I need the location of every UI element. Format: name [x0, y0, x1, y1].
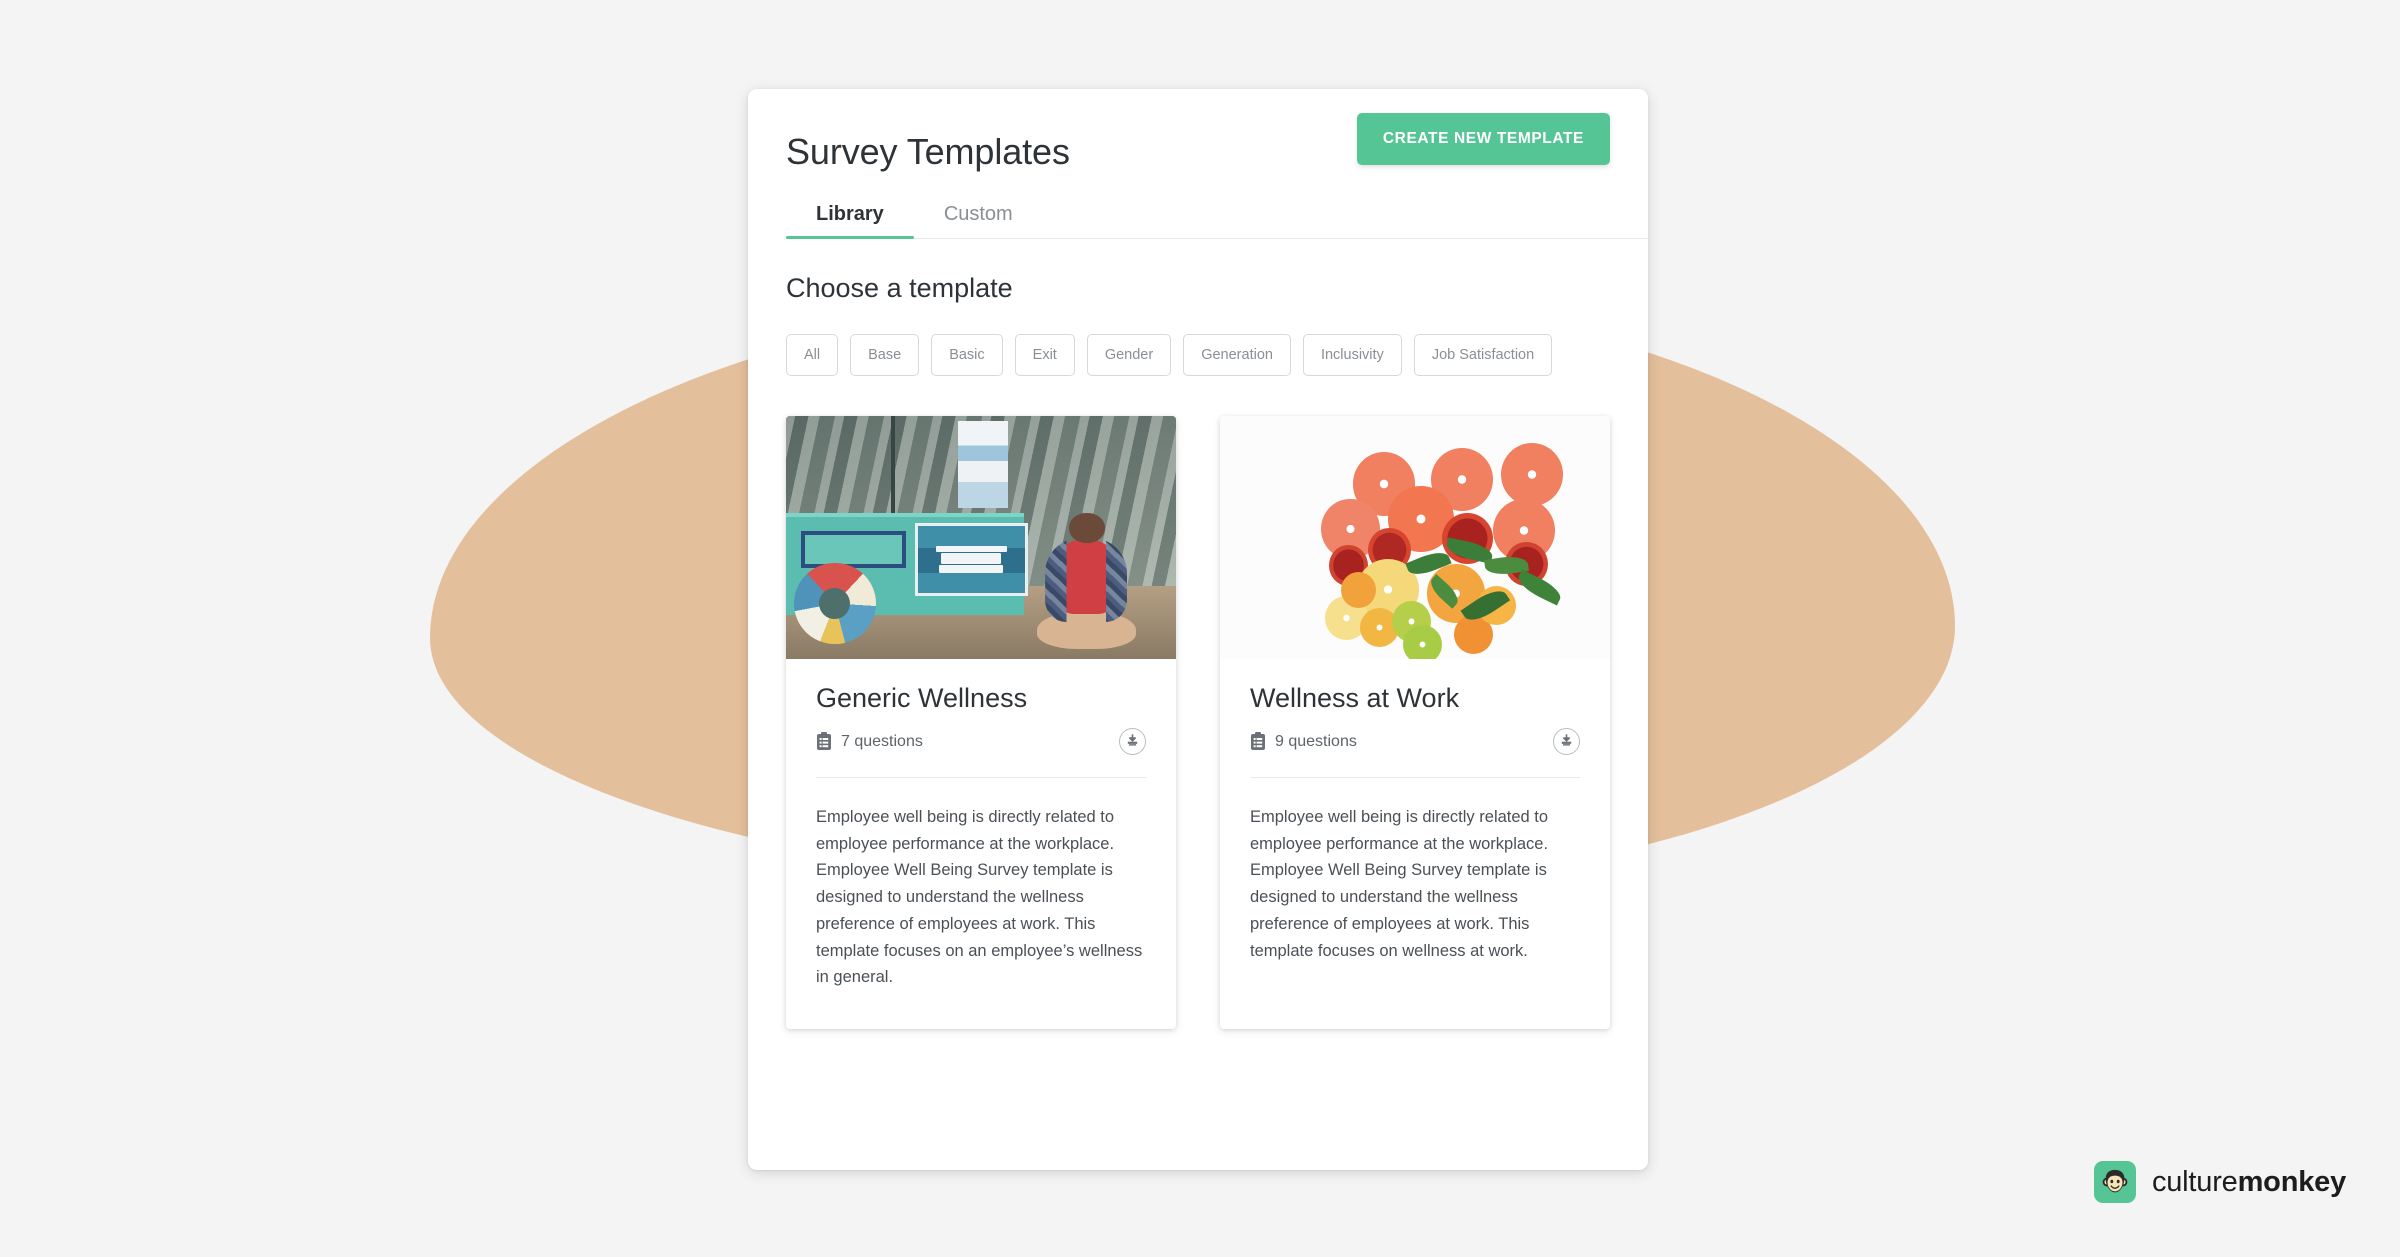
template-card-body: Wellness at Work 9 questions Employee we…: [1220, 659, 1610, 1002]
tab-bar: Library Custom: [786, 193, 1648, 239]
template-card[interactable]: Wellness at Work 9 questions Employee we…: [1220, 416, 1610, 1030]
filter-chip-gender[interactable]: Gender: [1086, 334, 1172, 376]
panel-body: Choose a template All Base Basic Exit Ge…: [748, 239, 1648, 1030]
filter-chip-exit[interactable]: Exit: [1014, 334, 1075, 376]
template-description: Employee well being is directly related …: [816, 808, 1143, 987]
template-meta-row: 9 questions: [1250, 728, 1580, 755]
template-meta-row: 7 questions: [816, 728, 1146, 755]
brand-logo: culturemonkey: [2093, 1161, 2346, 1203]
question-count-label: 9 questions: [1275, 732, 1357, 750]
section-title: Choose a template: [786, 273, 1013, 303]
template-question-count: 9 questions: [1250, 732, 1357, 751]
tab-custom[interactable]: Custom: [914, 193, 1043, 239]
template-thumbnail-beach: [786, 416, 1176, 659]
app-screen: Survey Templates CREATE NEW TEMPLATE Lib…: [0, 0, 2400, 1257]
download-icon: [1125, 733, 1140, 751]
template-card-body: Generic Wellness 7 questions Employee we…: [786, 659, 1176, 1029]
card-divider: [816, 777, 1146, 778]
template-question-count: 7 questions: [816, 732, 923, 751]
filter-chip-group: All Base Basic Exit Gender Generation In…: [786, 334, 1610, 376]
template-card-grid: Generic Wellness 7 questions Employee we…: [786, 416, 1610, 1030]
template-description: Employee well being is directly related …: [1250, 808, 1549, 960]
filter-chip-job-satisfaction[interactable]: Job Satisfaction: [1413, 334, 1553, 376]
filter-chip-basic[interactable]: Basic: [931, 334, 1003, 376]
filter-chip-generation[interactable]: Generation: [1183, 334, 1291, 376]
template-thumbnail-citrus: [1220, 416, 1610, 659]
clipboard-icon: [1250, 732, 1266, 751]
monkey-face-icon: [2093, 1161, 2136, 1203]
download-template-button[interactable]: [1119, 728, 1146, 755]
template-card[interactable]: Generic Wellness 7 questions Employee we…: [786, 416, 1176, 1030]
download-template-button[interactable]: [1553, 728, 1580, 755]
filter-chip-all[interactable]: All: [786, 334, 839, 376]
brand-wordmark: culturemonkey: [2152, 1166, 2346, 1199]
question-count-label: 7 questions: [841, 732, 923, 750]
card-divider: [1250, 777, 1580, 778]
clipboard-icon: [816, 732, 832, 751]
template-title: Wellness at Work: [1250, 683, 1460, 713]
brand-name-bold: monkey: [2237, 1165, 2347, 1198]
survey-templates-panel: Survey Templates CREATE NEW TEMPLATE Lib…: [748, 89, 1648, 1170]
panel-header: Survey Templates CREATE NEW TEMPLATE Lib…: [748, 89, 1648, 239]
tab-library[interactable]: Library: [786, 193, 914, 239]
download-icon: [1559, 733, 1574, 751]
filter-chip-inclusivity[interactable]: Inclusivity: [1302, 334, 1402, 376]
brand-name-light: culture: [2151, 1165, 2238, 1198]
filter-chip-base[interactable]: Base: [850, 334, 920, 376]
template-title: Generic Wellness: [816, 683, 1028, 713]
create-new-template-button[interactable]: CREATE NEW TEMPLATE: [1356, 113, 1610, 165]
